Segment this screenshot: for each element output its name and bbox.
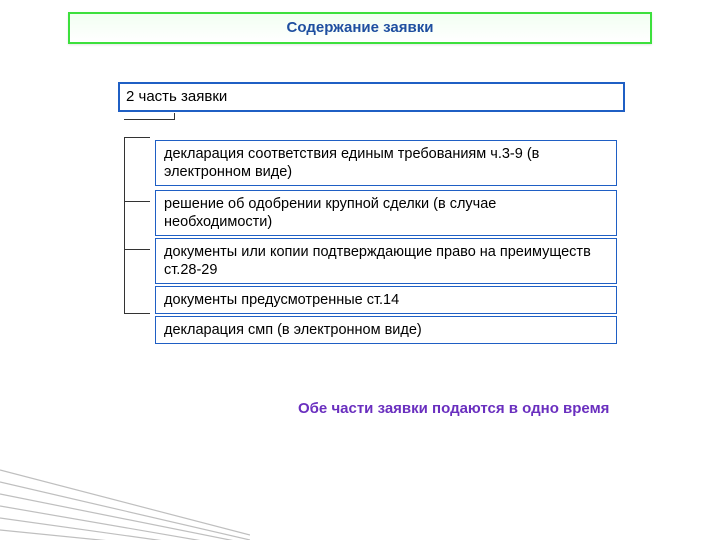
list-item: решение об одобрении крупной сделки (в с… [155,190,617,236]
decorative-lines [0,450,250,540]
page-title: Содержание заявки [68,12,652,44]
list-item: декларация соответствия единым требовани… [155,140,617,186]
footer-note: Обе части заявки подаются в одно время [298,400,628,419]
section-part-label: 2 часть заявки [118,82,625,112]
list-item: документы или копии подтверждающие право… [155,238,617,284]
list-item: документы предусмотренные ст.14 [155,286,617,314]
list-item: декларация смп (в электронном виде) [155,316,617,344]
